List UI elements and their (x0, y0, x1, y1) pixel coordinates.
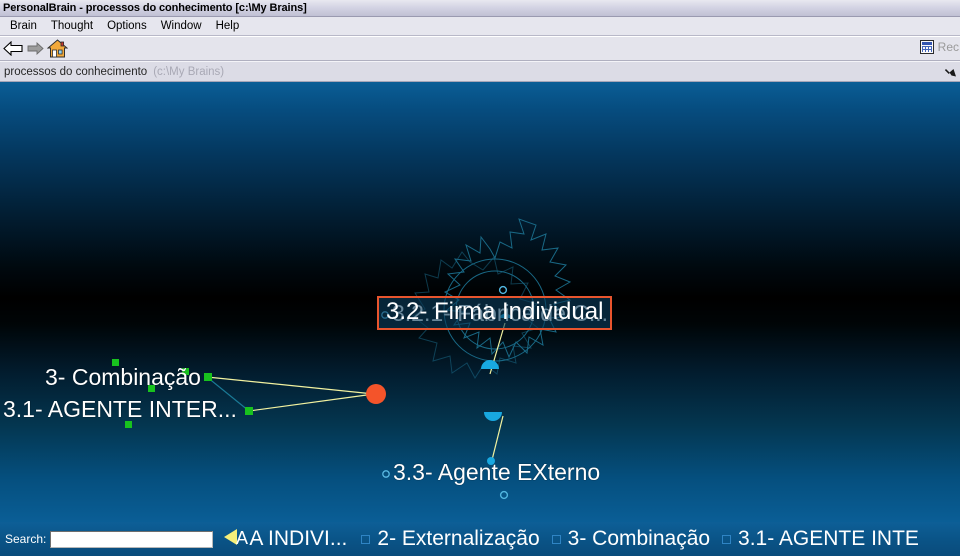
link-to-combinacao (206, 376, 375, 395)
active-thought-box[interactable]: 3.2- Firma Individual (377, 296, 613, 330)
parent-marker-combinacao (204, 373, 212, 381)
gate-marker-bottom (484, 412, 502, 421)
svg-text:A: A (236, 528, 248, 548)
forward-button[interactable] (24, 38, 46, 59)
thought-label-agente-externo[interactable]: 3.3- Agente EXterno (381, 461, 600, 484)
brain-path: (c:\My Brains) (153, 65, 225, 78)
pin-label: 3- Combinação (567, 527, 711, 550)
rec-toolbar-group[interactable]: Rec (919, 40, 960, 54)
thought-label-combinacao[interactable]: 3- Combinação (45, 366, 201, 389)
pin-item[interactable]: 2- Externalização (361, 527, 540, 551)
thought-text: 3.3- Agente EXterno (393, 459, 601, 485)
child-marker-hollow (499, 490, 509, 500)
status-bar: Search: A A INDIVI... 2- Externalização … (0, 522, 960, 556)
home-icon (46, 39, 68, 58)
search-input[interactable] (50, 530, 214, 548)
menu-options[interactable]: Options (100, 19, 154, 34)
pin-label: 2- Externalização (377, 527, 540, 550)
pin-box-icon (722, 535, 732, 544)
active-thought-dot[interactable] (366, 384, 386, 404)
pin-item[interactable]: 3.1- AGENTE INTE (722, 527, 919, 551)
home-button[interactable] (46, 38, 68, 59)
menu-bar: Brain Thought Options Window Help (0, 17, 960, 36)
thought-text: 3.1- AGENTE INTER... (3, 396, 237, 422)
pin-item[interactable]: 3- Combinação (551, 527, 711, 551)
title-bar: PersonalBrain - processos do conheciment… (0, 0, 960, 17)
menu-thought[interactable]: Thought (44, 19, 100, 34)
back-button[interactable] (2, 38, 24, 59)
active-thought-label: 3.2- Firma Individual (386, 298, 604, 325)
forward-arrow-icon (27, 42, 44, 55)
plex-canvas[interactable]: 3.2.1- Fábrica de C... 3.3- Agente EXter… (0, 82, 960, 522)
thought-label-agente-inter[interactable]: 3.1- AGENTE INTER... (3, 398, 237, 421)
rec-label: Rec (937, 40, 959, 54)
child-marker-hollow (498, 285, 508, 295)
breadcrumb: processos do conhecimento (c:\My Brains) (0, 61, 960, 82)
grid-list-icon (919, 40, 934, 54)
pin-box-icon (361, 535, 371, 544)
brain-name: processos do conhecimento (4, 65, 148, 78)
pin-box-icon (551, 535, 561, 544)
personalbrain-window: PersonalBrain - processos do conheciment… (0, 0, 960, 556)
thought-text: 3- Combinação (45, 364, 201, 390)
pin-list: A INDIVI... 2- Externalização 3- Combina… (249, 527, 960, 551)
menu-brain[interactable]: Brain (3, 19, 44, 34)
child-links (489, 322, 506, 461)
back-arrow-icon (3, 41, 23, 56)
pin-back-button[interactable]: A (222, 526, 248, 553)
pin-label: A INDIVI... (249, 527, 348, 550)
menu-window[interactable]: Window (154, 19, 209, 34)
parent-marker-agente-inter (245, 407, 253, 415)
resize-arrow-icon (944, 69, 956, 77)
hollow-circle-icon (382, 470, 390, 478)
pin-item[interactable]: A INDIVI... (249, 527, 347, 551)
pin-label: 3.1- AGENTE INTE (738, 527, 919, 550)
link-to-agente-inter (248, 393, 375, 412)
resize-grip[interactable] (943, 66, 957, 80)
window-title: PersonalBrain - processos do conheciment… (3, 2, 307, 14)
parent-marker-dot (125, 421, 132, 428)
toolbar: Rec (0, 37, 960, 61)
link-to-agente-externo (491, 415, 504, 461)
search-label: Search: (5, 532, 47, 546)
yellow-back-arrow-icon: A (224, 528, 248, 548)
menu-help[interactable]: Help (209, 19, 247, 34)
